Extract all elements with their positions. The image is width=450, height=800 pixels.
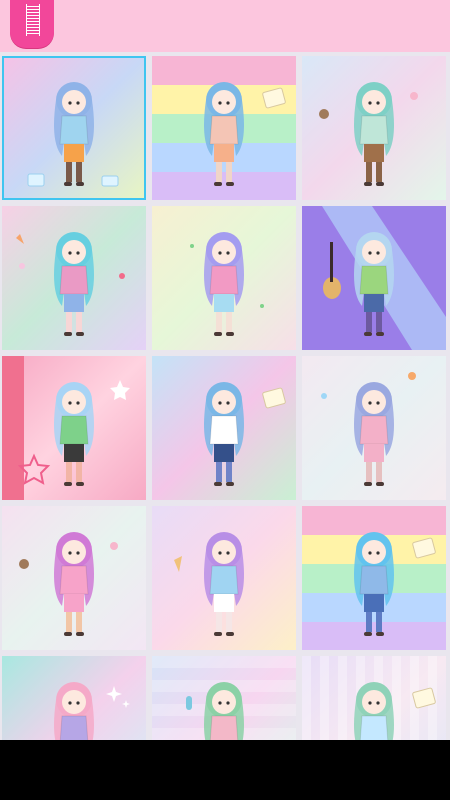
outfit-preview-image [2, 56, 146, 200]
outfit-preview-image [152, 206, 296, 350]
outfit-thumbnail[interactable] [152, 656, 296, 740]
outfit-preview-image [302, 206, 446, 350]
outfit-thumbnail[interactable] [152, 206, 296, 350]
outfit-thumbnail[interactable] [152, 356, 296, 500]
outfit-thumbnail[interactable] [152, 506, 296, 650]
outfit-thumbnail[interactable] [302, 656, 446, 740]
outfit-preview-image [302, 356, 446, 500]
outfit-preview-image [302, 56, 446, 200]
outfit-preview-image [152, 56, 296, 200]
menu-button[interactable] [10, 0, 54, 48]
outfit-preview-image [2, 656, 146, 740]
outfit-thumbnail[interactable] [302, 506, 446, 650]
outfit-thumbnail[interactable] [2, 506, 146, 650]
outfit-thumbnail[interactable] [152, 56, 296, 200]
outfit-preview-image [2, 206, 146, 350]
outfit-gallery [0, 54, 450, 740]
outfit-preview-image [302, 656, 446, 740]
outfit-thumbnail[interactable] [2, 206, 146, 350]
system-nav-bar [0, 740, 450, 800]
outfit-preview-image [2, 506, 146, 650]
outfit-preview-image [2, 356, 146, 500]
outfit-thumbnail[interactable] [302, 56, 446, 200]
outfit-thumbnail[interactable] [2, 356, 146, 500]
top-bar [0, 0, 450, 52]
outfit-preview-image [152, 356, 296, 500]
list-icon [26, 4, 40, 36]
outfit-preview-image [152, 656, 296, 740]
outfit-thumbnail[interactable] [2, 56, 146, 200]
outfit-thumbnail[interactable] [2, 656, 146, 740]
outfit-preview-image [302, 506, 446, 650]
outfit-thumbnail[interactable] [302, 356, 446, 500]
outfit-thumbnail[interactable] [302, 206, 446, 350]
outfit-preview-image [152, 506, 296, 650]
